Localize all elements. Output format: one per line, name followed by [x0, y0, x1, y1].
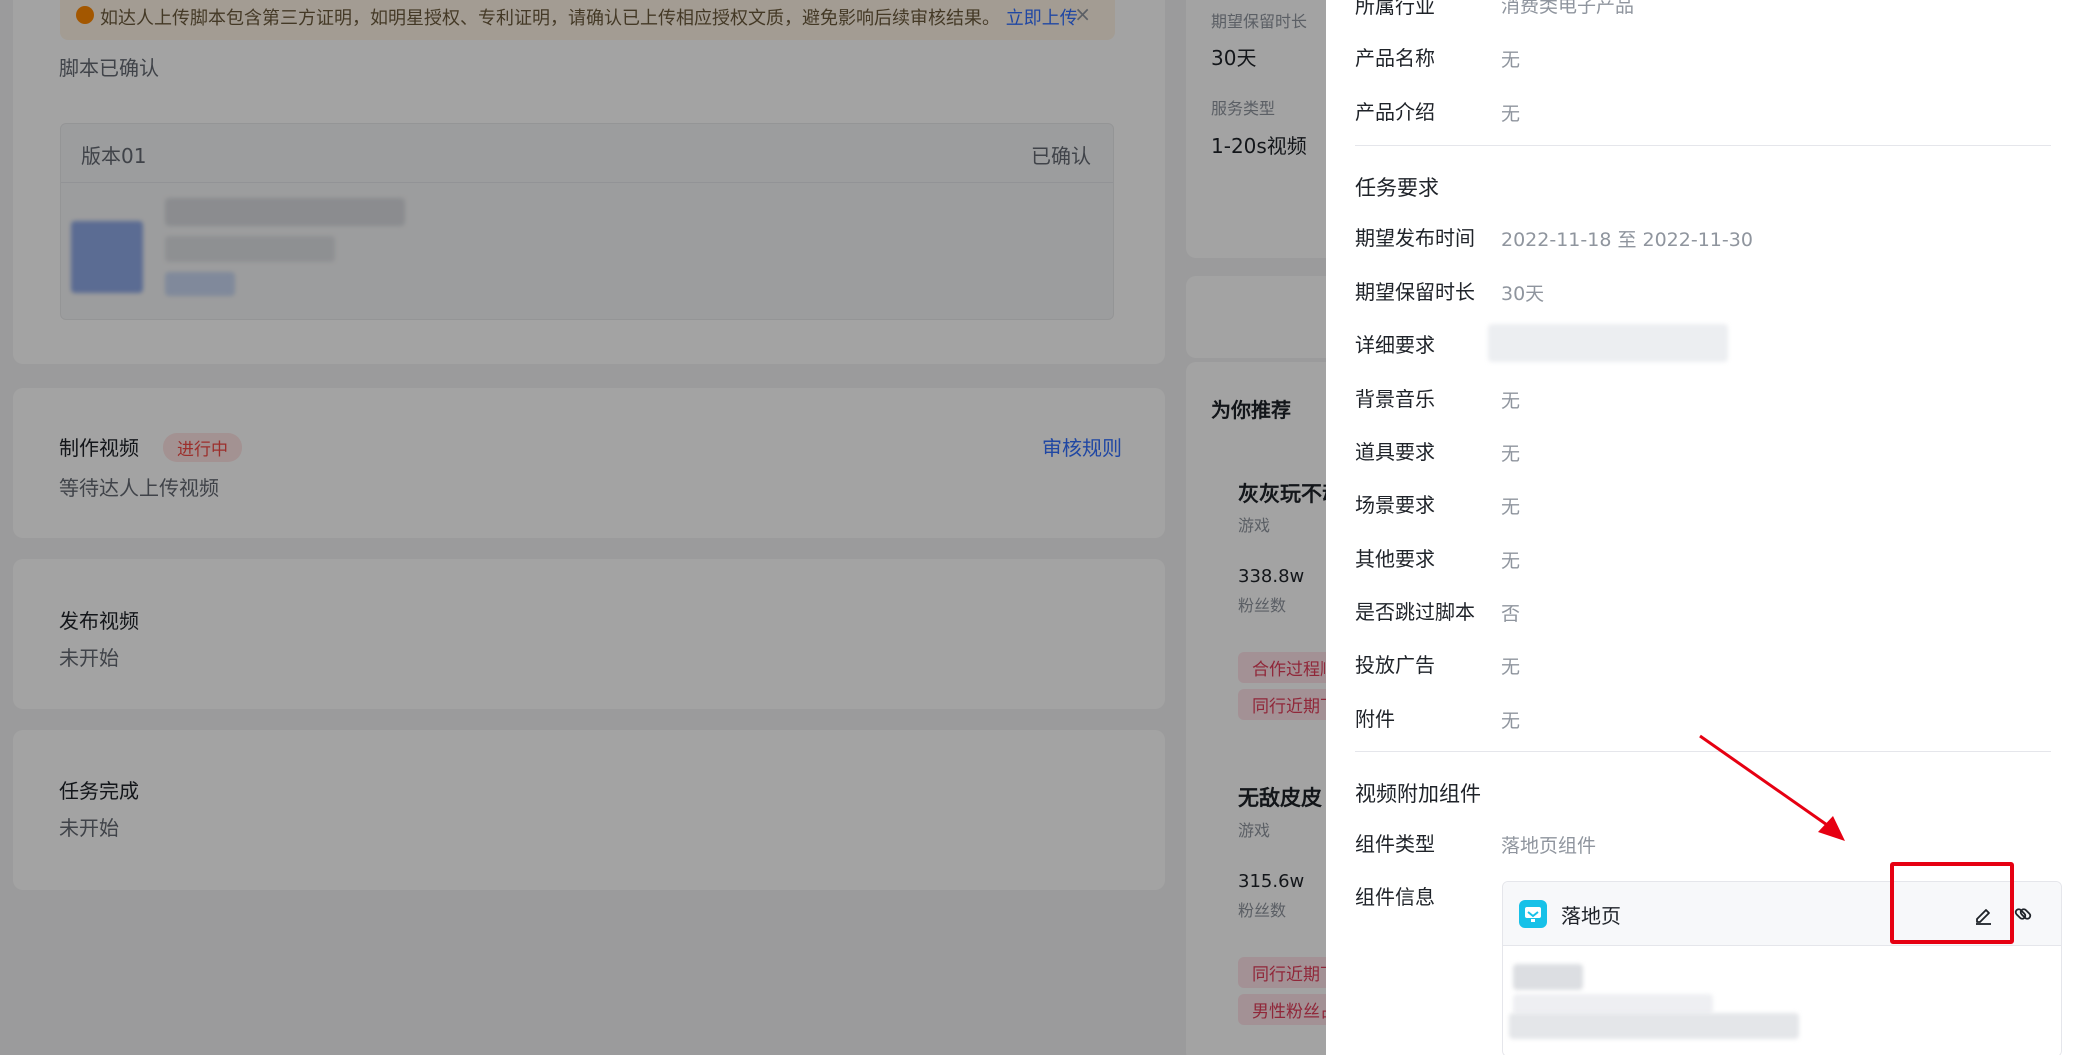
field-value: 无 — [1501, 656, 1521, 678]
field-value: 无 — [1501, 49, 1521, 71]
field-label: 投放广告 — [1355, 653, 1435, 677]
component-name: 落地页 — [1561, 904, 1621, 928]
blurred-component-text-1 — [1513, 994, 1713, 1014]
field-label: 组件信息 — [1355, 885, 1435, 909]
field-value: 30天 — [1501, 283, 1545, 305]
blurred-component-text-2 — [1509, 1013, 1799, 1039]
field-label: 是否跳过脚本 — [1355, 600, 1475, 624]
field-label: 所属行业 — [1355, 0, 1435, 18]
field-label: 产品名称 — [1355, 46, 1435, 70]
field-value: 无 — [1501, 550, 1521, 572]
field-label: 其他要求 — [1355, 547, 1435, 571]
field-value: 消费类电子产品 — [1501, 0, 1635, 17]
modal-overlay[interactable] — [0, 0, 1326, 1055]
section-divider — [1355, 145, 2051, 146]
annotation-highlight-box — [1890, 862, 2014, 944]
section-divider — [1355, 751, 2051, 752]
field-value: 否 — [1501, 603, 1521, 625]
field-label: 场景要求 — [1355, 493, 1435, 517]
blurred-component-title — [1513, 964, 1583, 990]
task-section-title: 任务要求 — [1355, 176, 1439, 200]
component-section-title: 视频附加组件 — [1355, 782, 1481, 806]
field-value: 2022-11-18 至 2022-11-30 — [1501, 229, 1753, 251]
field-label: 组件类型 — [1355, 832, 1435, 856]
field-label: 期望发布时间 — [1355, 226, 1475, 250]
field-value: 无 — [1501, 390, 1521, 412]
field-label: 道具要求 — [1355, 440, 1435, 464]
field-value: 无 — [1501, 496, 1521, 518]
field-label: 期望保留时长 — [1355, 280, 1475, 304]
field-value: 无 — [1501, 103, 1521, 125]
field-label: 详细要求 — [1355, 333, 1435, 357]
field-label: 附件 — [1355, 707, 1395, 731]
field-value: 无 — [1501, 710, 1521, 732]
field-label: 产品介绍 — [1355, 100, 1435, 124]
landing-page-logo-icon — [1519, 900, 1547, 928]
blurred-detail-text — [1488, 324, 1728, 362]
field-label: 背景音乐 — [1355, 387, 1435, 411]
field-value: 落地页组件 — [1501, 835, 1597, 857]
field-value: 无 — [1501, 443, 1521, 465]
